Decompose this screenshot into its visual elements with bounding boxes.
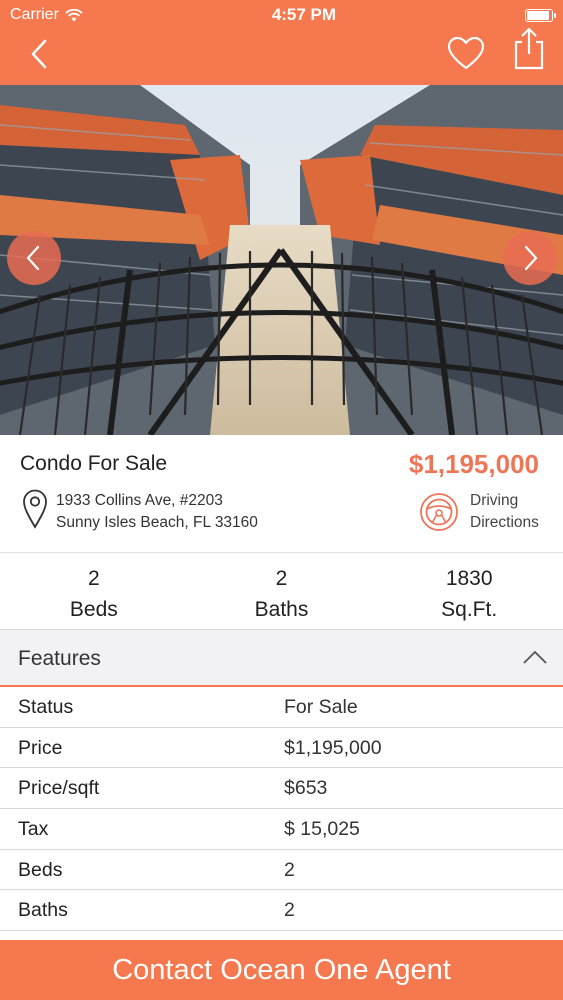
stat-label: Sq.Ft.	[441, 598, 498, 621]
steering-wheel-icon[interactable]	[419, 492, 459, 532]
row-value: 2	[284, 899, 295, 922]
chevron-up-icon[interactable]	[522, 648, 548, 666]
row-label: Baths	[18, 899, 68, 922]
contact-agent-button[interactable]: Contact Ocean One Agent	[0, 940, 563, 1000]
battery-icon	[524, 8, 556, 22]
chevron-right-icon	[524, 245, 538, 271]
stat-sqft: 1830 Sq.Ft.	[375, 553, 563, 629]
chevron-left-icon[interactable]	[22, 36, 58, 72]
row-value: $1,195,000	[284, 736, 382, 759]
table-row: Status For Sale	[0, 687, 563, 728]
wifi-icon	[65, 8, 83, 21]
stat-baths: 2 Baths	[188, 553, 376, 629]
photo-prev-button[interactable]	[7, 231, 61, 285]
address[interactable]: 1933 Collins Ave, #2203 Sunny Isles Beac…	[56, 490, 258, 534]
row-value: $653	[284, 777, 328, 800]
address-line2: Sunny Isles Beach, FL 33160	[56, 514, 258, 531]
row-label: Price/sqft	[18, 777, 100, 800]
row-label: Beds	[18, 858, 63, 881]
share-icon[interactable]	[512, 26, 546, 70]
features-title: Features	[18, 647, 101, 670]
directions-line1: Driving	[470, 492, 519, 509]
top-bar: Carrier 4:57 PM	[0, 0, 563, 85]
row-value: $ 15,025	[284, 818, 360, 841]
row-label: Status	[18, 696, 74, 718]
table-row: Baths 2	[0, 890, 563, 932]
chevron-left-icon	[26, 245, 40, 271]
listing-photo[interactable]	[0, 85, 563, 435]
photo-next-button[interactable]	[503, 231, 557, 285]
driving-directions-link[interactable]: Driving Directions	[470, 490, 539, 534]
stat-value: 1830	[445, 567, 493, 590]
stat-value: 2	[87, 567, 100, 590]
stats-bar: 2 Beds 2 Baths 1830 Sq.Ft.	[0, 553, 563, 630]
status-bar: Carrier 4:57 PM	[0, 0, 563, 30]
row-value: 2	[284, 858, 295, 881]
heart-icon[interactable]	[446, 34, 486, 74]
stat-value: 2	[275, 567, 288, 590]
features-section-header[interactable]: Features	[0, 630, 563, 687]
carrier-label: Carrier	[10, 6, 59, 23]
building-photo	[0, 85, 563, 435]
stat-label: Baths	[254, 598, 309, 621]
table-row: Price/sqft $653	[0, 768, 563, 810]
stat-label: Beds	[69, 598, 118, 621]
directions-line2: Directions	[470, 514, 539, 531]
table-row: Beds 2	[0, 850, 563, 891]
features-table: Status For Sale Price $1,195,000 Price/s…	[0, 687, 563, 932]
listing-type: Condo For Sale	[20, 452, 168, 475]
row-label: Price	[18, 736, 63, 759]
table-row: Price $1,195,000	[0, 728, 563, 769]
nav-bar	[0, 27, 563, 85]
listing-summary: Condo For Sale $1,195,000 1933 Collins A…	[0, 435, 563, 553]
map-pin-icon	[23, 489, 47, 529]
stat-beds: 2 Beds	[0, 553, 188, 629]
carrier-signal: Carrier	[10, 6, 83, 24]
listing-price: $1,195,000	[408, 449, 539, 479]
address-line1: 1933 Collins Ave, #2203	[56, 492, 223, 509]
status-time: 4:57 PM	[271, 5, 337, 24]
row-label: Tax	[18, 818, 49, 841]
table-row: Tax $ 15,025	[0, 809, 563, 850]
row-value: For Sale	[284, 696, 358, 718]
